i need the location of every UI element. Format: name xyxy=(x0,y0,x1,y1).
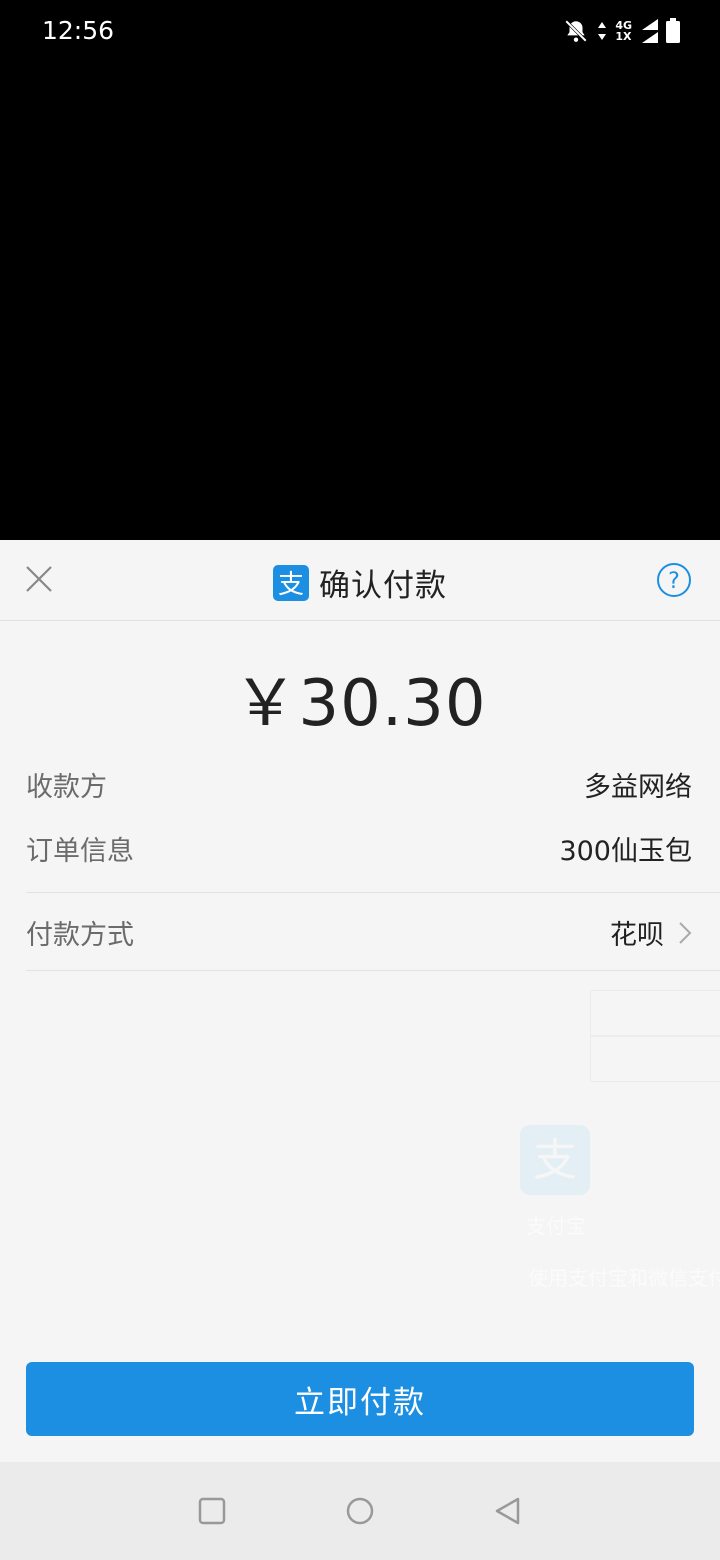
page-title: 确认付款 xyxy=(319,568,447,604)
divider xyxy=(26,970,720,971)
status-bar: 12:56 4G 1X xyxy=(0,0,720,64)
back-icon[interactable] xyxy=(493,1496,523,1526)
background-faded-text: 支付宝 xyxy=(526,1214,586,1238)
navigation-bar xyxy=(0,1462,720,1560)
svg-text:支: 支 xyxy=(278,570,304,600)
home-icon[interactable] xyxy=(345,1496,375,1526)
status-time: 12:56 xyxy=(42,16,115,45)
payment-method-value-wrap: 花呗 xyxy=(610,913,692,952)
bell-muted-icon xyxy=(565,20,588,42)
order-info-value: 300仙玉包 xyxy=(559,836,692,867)
background-faded-text: 使用支付宝和微信支付 xyxy=(528,1266,720,1290)
payment-method-row[interactable]: 付款方式 花呗 xyxy=(26,913,692,952)
data-arrows-icon xyxy=(598,22,607,40)
svg-text:?: ? xyxy=(668,569,680,594)
sheet-header: 支 确认付款 ? xyxy=(0,540,720,621)
background-faded-box xyxy=(590,990,720,1036)
payee-row: 收款方 多益网络 xyxy=(26,765,692,804)
order-info-label: 订单信息 xyxy=(26,836,134,867)
svg-text:支: 支 xyxy=(533,1135,577,1186)
alipay-watermark-icon: 支 xyxy=(520,1125,590,1195)
chevron-right-icon xyxy=(679,921,692,944)
background-faded-box xyxy=(590,1036,720,1082)
payment-amount: ￥30.30 xyxy=(233,667,487,741)
battery-icon xyxy=(666,18,680,43)
alipay-logo-icon: 支 xyxy=(273,564,309,601)
network-type: 4G 1X xyxy=(615,19,632,43)
recents-icon[interactable] xyxy=(197,1496,227,1526)
payee-value: 多益网络 xyxy=(584,772,692,803)
payment-method-value: 花呗 xyxy=(610,920,664,951)
payment-sheet: 支 支付宝 使用支付宝和微信支付 支 确认付款 ? ￥30.30 收款方 多益网… xyxy=(0,540,720,1462)
divider xyxy=(26,892,720,893)
payee-label: 收款方 xyxy=(26,772,107,803)
payment-method-label: 付款方式 xyxy=(26,920,134,951)
signal-icon xyxy=(642,19,658,43)
help-icon[interactable]: ? xyxy=(656,562,692,598)
status-icons: 4G 1X xyxy=(563,16,680,46)
pay-now-button[interactable]: 立即付款 xyxy=(26,1362,694,1436)
order-info-row: 订单信息 300仙玉包 xyxy=(26,829,692,868)
sheet-title-wrap: 支 确认付款 xyxy=(0,560,720,605)
